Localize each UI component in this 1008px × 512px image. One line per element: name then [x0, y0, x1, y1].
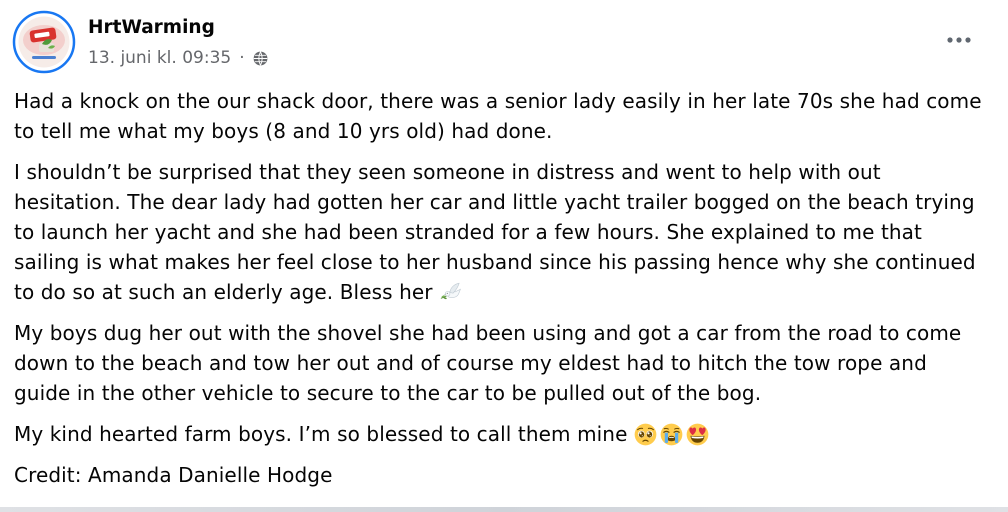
post-line: down to the beach and tow her out and of…	[14, 351, 927, 375]
heart-eyes-face-emoji-icon	[686, 423, 709, 446]
post-body: Had a knock on the our shack door, there…	[14, 86, 994, 501]
post-card: HrtWarming 13. juni kl. 09:35 · Had a kn…	[0, 0, 1008, 512]
globe-icon	[253, 51, 268, 66]
post-line-text: to do so at such an elderly age. Bless h…	[14, 280, 433, 304]
post-line-text: My kind hearted farm boys. I’m so blesse…	[14, 422, 628, 446]
post-line: I shouldn’t be surprised that they seen …	[14, 160, 881, 184]
meta-separator: ·	[239, 48, 245, 68]
more-options-icon	[947, 37, 971, 43]
post-line: Had a knock on the our shack door, there…	[14, 89, 982, 113]
post-line: hesitation. The dear lady had gotten her…	[14, 190, 975, 214]
post-line: to tell me what my boys (8 and 10 yrs ol…	[14, 119, 553, 143]
post-paragraph: Had a knock on the our shack door, there…	[14, 86, 994, 146]
post-paragraph: My boys dug her out with the shovel she …	[14, 318, 994, 408]
author-name[interactable]: HrtWarming	[88, 16, 215, 40]
post-line: Credit: Amanda Danielle Hodge	[14, 463, 333, 487]
post-timestamp[interactable]: 13. juni kl. 09:35	[88, 47, 231, 69]
dove-emoji-icon	[439, 281, 462, 304]
page-avatar[interactable]	[12, 10, 76, 74]
post-line: sailing is what makes her feel close to …	[14, 250, 976, 274]
post-paragraph: I shouldn’t be surprised that they seen …	[14, 157, 994, 307]
pleading-face-emoji-icon	[634, 423, 657, 446]
media-preview-top-edge[interactable]	[0, 507, 1008, 512]
post-meta: 13. juni kl. 09:35 ·	[88, 47, 268, 69]
post-paragraph: My kind hearted farm boys. I’m so blesse…	[14, 419, 994, 449]
post-paragraph: Credit: Amanda Danielle Hodge	[14, 460, 994, 490]
post-line: My kind hearted farm boys. I’m so blesse…	[14, 419, 994, 449]
post-line: guide in the other vehicle to secure to …	[14, 381, 762, 405]
post-line: to do so at such an elderly age. Bless h…	[14, 277, 994, 307]
post-line: My boys dug her out with the shovel she …	[14, 321, 962, 345]
loudly-crying-face-emoji-icon	[660, 423, 683, 446]
post-line: to launch her yacht and she had been str…	[14, 220, 922, 244]
more-options-button[interactable]	[941, 22, 977, 58]
